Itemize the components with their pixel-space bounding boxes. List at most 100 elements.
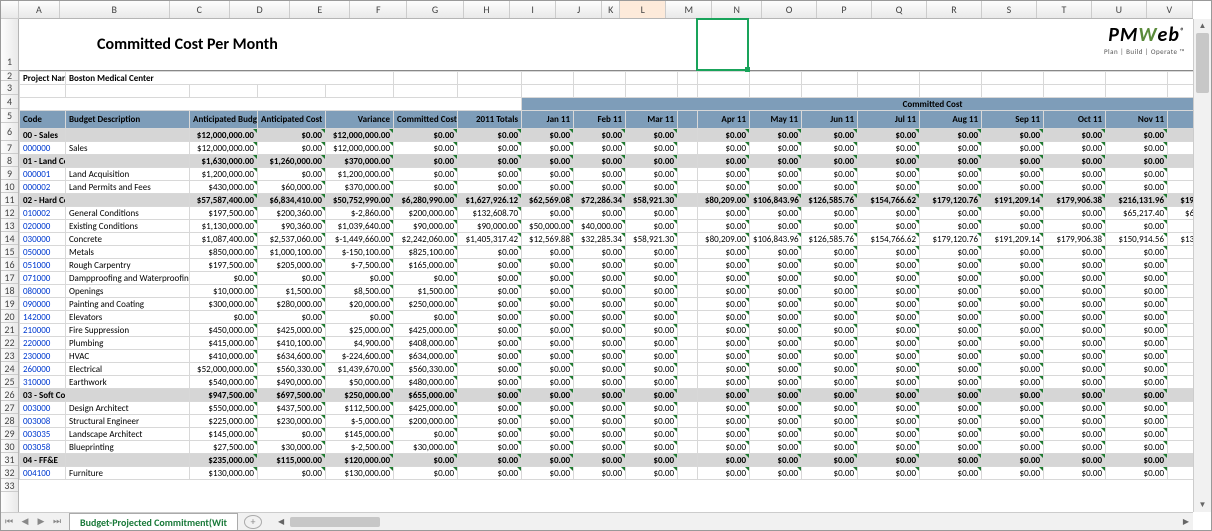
col-header[interactable]: 2011 Totals (458, 111, 522, 129)
value-cell[interactable]: $0.00 (858, 298, 920, 311)
value-cell[interactable]: $0.00 (1106, 350, 1168, 363)
value-cell[interactable]: $0.00 (982, 428, 1044, 441)
value-cell[interactable]: $0.00 (626, 337, 678, 350)
value-cell[interactable]: $0.00 (1044, 220, 1106, 233)
value-cell[interactable]: $0.00 (802, 454, 858, 467)
value-cell[interactable]: $0.00 (626, 324, 678, 337)
value-cell[interactable]: $0.00 (858, 246, 920, 259)
value-cell[interactable]: $199,375.82 (1168, 194, 1193, 207)
vscroll-thumb[interactable] (1196, 33, 1209, 93)
value-cell[interactable]: $12,000,000.00 (326, 129, 394, 142)
code-cell[interactable]: 000002 (20, 181, 66, 194)
value-cell[interactable]: $1,130,000.00 (190, 220, 258, 233)
value-cell[interactable]: $191,209.14 (982, 194, 1044, 207)
value-cell[interactable]: $0.00 (522, 389, 574, 402)
value-cell[interactable]: $0.00 (750, 467, 802, 480)
value-cell[interactable]: $0.00 (920, 428, 982, 441)
value-cell[interactable]: $1,405,317.42 (458, 233, 522, 246)
project-name-label[interactable]: Project Name: (20, 72, 66, 85)
value-cell[interactable]: $0.00 (1168, 285, 1193, 298)
value-cell[interactable]: $0.00 (982, 129, 1044, 142)
column-header-G[interactable]: G (407, 1, 464, 18)
value-cell[interactable]: $0.00 (1044, 337, 1106, 350)
table-row[interactable]: 210000Fire Suppression$450,000.00$425,00… (20, 324, 1194, 337)
value-cell[interactable]: $947,500.00 (190, 389, 258, 402)
row-header-8[interactable]: 8 (1, 154, 18, 167)
value-cell[interactable]: $0.00 (920, 298, 982, 311)
column-header-N[interactable]: N (712, 1, 762, 18)
blank[interactable] (982, 85, 1044, 98)
value-cell[interactable]: $0.00 (522, 142, 574, 155)
value-cell[interactable]: $0.00 (394, 272, 458, 285)
value-cell[interactable]: $191,209.14 (982, 233, 1044, 246)
value-cell[interactable]: $0.00 (626, 168, 678, 181)
sheet-prev-icon[interactable]: ◀ (17, 516, 33, 527)
value-cell[interactable]: $0.00 (698, 142, 750, 155)
value-cell[interactable]: $0.00 (626, 207, 678, 220)
col-header[interactable]: Aug 11 (920, 111, 982, 129)
value-cell[interactable] (678, 298, 698, 311)
value-cell[interactable]: $0.00 (522, 376, 574, 389)
value-cell[interactable]: $0.00 (698, 415, 750, 428)
value-cell[interactable]: $410,100.00 (258, 337, 326, 350)
column-header-F[interactable]: F (350, 1, 407, 18)
blank[interactable] (326, 85, 394, 98)
column-header-K[interactable]: K (602, 1, 620, 18)
value-cell[interactable]: $0.00 (920, 246, 982, 259)
value-cell[interactable]: $0.00 (858, 363, 920, 376)
value-cell[interactable]: $0.00 (394, 181, 458, 194)
value-cell[interactable]: $4,900.00 (326, 337, 394, 350)
new-sheet-icon[interactable]: + (244, 515, 262, 529)
value-cell[interactable]: $0.00 (858, 168, 920, 181)
row-header-32[interactable]: 32 (1, 466, 18, 479)
value-cell[interactable]: $179,906.38 (1044, 233, 1106, 246)
value-cell[interactable]: $0.00 (458, 467, 522, 480)
value-cell[interactable]: $655,000.00 (394, 389, 458, 402)
value-cell[interactable]: $0.00 (1106, 389, 1168, 402)
value-cell[interactable]: $130,000.00 (190, 467, 258, 480)
blank[interactable] (802, 85, 858, 98)
row-header-13[interactable]: 13 (1, 219, 18, 232)
value-cell[interactable]: $197,500.00 (190, 259, 258, 272)
value-cell[interactable]: $0.00 (522, 246, 574, 259)
col-header[interactable]: Jun 11 (802, 111, 858, 129)
value-cell[interactable]: $0.00 (1044, 428, 1106, 441)
table-row[interactable]: 000001Land Acquisition$1,200,000.00$0.00… (20, 168, 1194, 181)
value-cell[interactable]: $1,087,400.00 (190, 233, 258, 246)
value-cell[interactable]: $6,280,990.00 (394, 194, 458, 207)
value-cell[interactable]: $425,000.00 (394, 402, 458, 415)
blank[interactable] (1168, 85, 1193, 98)
value-cell[interactable]: $2,537,060.00 (258, 233, 326, 246)
value-cell[interactable]: $0.00 (858, 467, 920, 480)
blank[interactable] (698, 85, 750, 98)
value-cell[interactable]: $0.00 (626, 415, 678, 428)
value-cell[interactable]: $0.00 (1168, 376, 1193, 389)
desc-cell[interactable]: Land Permits and Fees (66, 181, 190, 194)
table-row[interactable]: 000000Sales$12,000,000.00$0.00$12,000,00… (20, 142, 1194, 155)
value-cell[interactable]: $154,766.62 (858, 233, 920, 246)
value-cell[interactable]: $0.00 (982, 272, 1044, 285)
value-cell[interactable]: $0.00 (258, 311, 326, 324)
value-cell[interactable]: $0.00 (750, 246, 802, 259)
table-row[interactable]: 003035Landscape Architect$145,000.00$0.0… (20, 428, 1194, 441)
value-cell[interactable]: $179,906.38 (1044, 194, 1106, 207)
col-header[interactable]: Apr 11 (698, 111, 750, 129)
value-cell[interactable]: $0.00 (574, 207, 626, 220)
desc-cell[interactable]: Metals (66, 246, 190, 259)
value-cell[interactable]: $0.00 (522, 428, 574, 441)
col-header[interactable]: Nov 11 (1106, 111, 1168, 129)
desc-cell[interactable]: Design Architect (66, 402, 190, 415)
value-cell[interactable]: $0.00 (458, 246, 522, 259)
column-header-C[interactable]: C (170, 1, 230, 18)
value-cell[interactable]: $0.00 (982, 259, 1044, 272)
value-cell[interactable]: $0.00 (802, 376, 858, 389)
value-cell[interactable] (678, 181, 698, 194)
row-header-4[interactable]: 4 (1, 95, 18, 109)
value-cell[interactable]: $1,439,670.00 (326, 363, 394, 376)
value-cell[interactable] (678, 454, 698, 467)
blank[interactable] (190, 85, 258, 98)
value-cell[interactable]: $-150,100.00 (326, 246, 394, 259)
value-cell[interactable]: $0.00 (1168, 428, 1193, 441)
value-cell[interactable]: $0.00 (522, 207, 574, 220)
code-cell[interactable]: 003000 (20, 402, 66, 415)
